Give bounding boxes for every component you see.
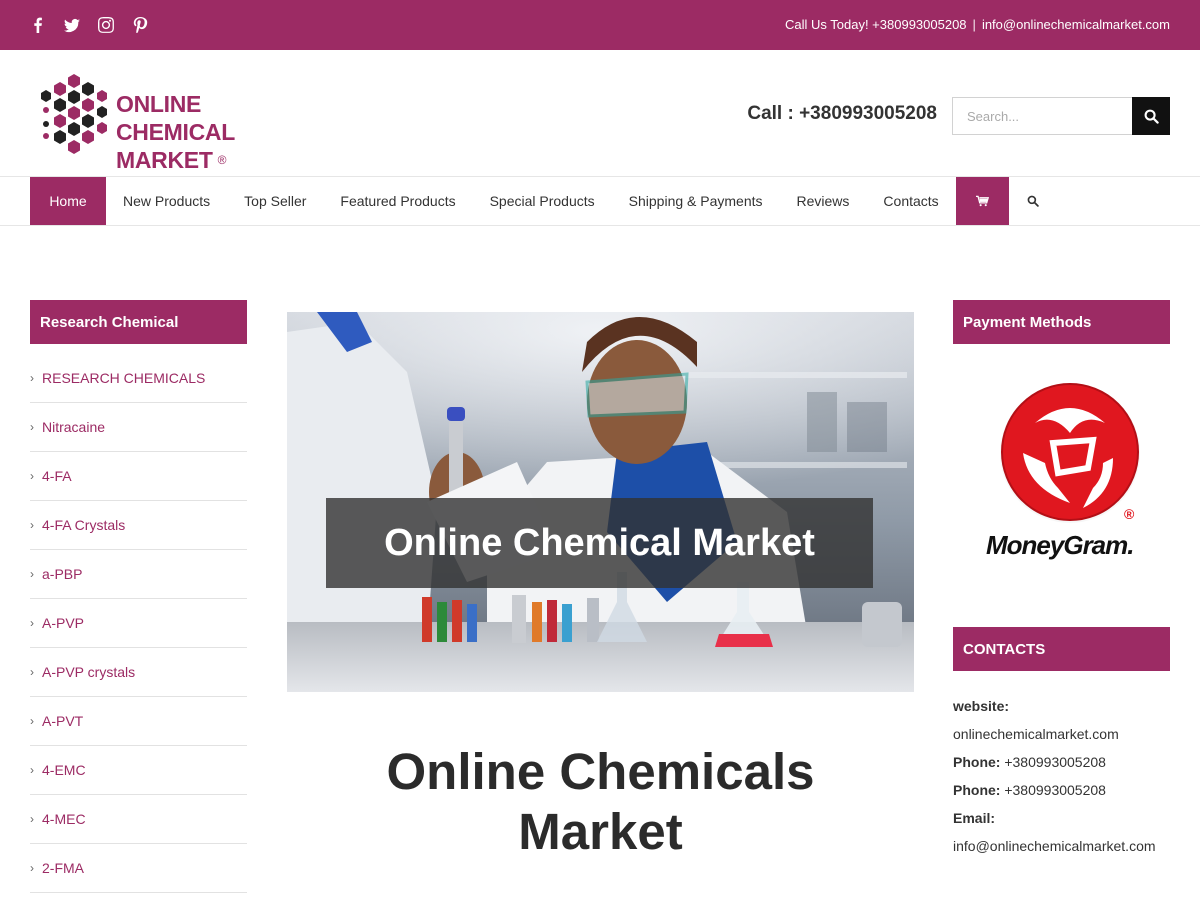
search-icon xyxy=(1144,109,1159,124)
sidebar-item-label: 4-EMC xyxy=(42,762,86,778)
sidebar-item[interactable]: › A-PVP crystals xyxy=(30,648,247,697)
hero-overlay-title: Online Chemical Market xyxy=(326,498,873,588)
site-header: ONLINE CHEMICAL MARKET ® Call : +38099300… xyxy=(0,50,1200,177)
website-value[interactable]: onlinechemicalmarket.com xyxy=(953,720,1193,748)
phone-value-2[interactable]: +380993005208 xyxy=(1004,782,1106,798)
nav-search-button[interactable] xyxy=(1009,177,1057,225)
phone-label-1: Phone: xyxy=(953,754,1001,770)
sidebar-item-label: 4-FA xyxy=(42,468,72,484)
top-contact: Call Us Today! +380993005208 | info@onli… xyxy=(785,17,1170,32)
header-call: Call : +380993005208 xyxy=(747,103,937,124)
sidebar-item[interactable]: › 2-FMA xyxy=(30,844,247,893)
sidebar-item[interactable]: › Nitracaine xyxy=(30,403,247,452)
chevron-right-icon: › xyxy=(30,518,34,532)
sidebar-item[interactable]: › 4-MEC xyxy=(30,795,247,844)
nav-item-shipping-payments[interactable]: Shipping & Payments xyxy=(612,177,780,225)
top-bar: Call Us Today! +380993005208 | info@onli… xyxy=(0,0,1200,50)
chevron-right-icon: › xyxy=(30,812,34,826)
sidebar-item[interactable]: › 4-FA Crystals xyxy=(30,501,247,550)
social-links xyxy=(30,17,148,34)
main-nav: Home New Products Top Seller Featured Pr… xyxy=(30,177,1057,225)
chevron-right-icon: › xyxy=(30,861,34,875)
hero-image: Online Chemical Market xyxy=(287,312,914,692)
contacts-title: CONTACTS xyxy=(953,627,1170,671)
nav-item-contacts[interactable]: Contacts xyxy=(866,177,955,225)
nav-item-special-products[interactable]: Special Products xyxy=(473,177,612,225)
sidebar-item[interactable]: › A-PVT xyxy=(30,697,247,746)
sidebar-item[interactable]: › a-PBP xyxy=(30,550,247,599)
sidebar-item[interactable]: › 4-EMC xyxy=(30,746,247,795)
logo-line-2-text: MARKET xyxy=(116,147,213,173)
phone-label-2: Phone: xyxy=(953,782,1001,798)
email-value[interactable]: info@onlinechemicalmarket.com xyxy=(953,832,1193,860)
sidebar-item-label: a-PBP xyxy=(42,566,83,582)
sidebar-item-label: A-PVP crystals xyxy=(42,664,136,680)
sidebar-item-label: RESEARCH CHEMICALS xyxy=(42,370,206,386)
search-button[interactable] xyxy=(1132,97,1170,135)
twitter-icon[interactable] xyxy=(64,17,80,33)
logo-line-2: MARKET ® xyxy=(116,146,326,174)
sidebar-item[interactable]: › A-PVP xyxy=(30,599,247,648)
sidebar-item[interactable]: › 4-FA xyxy=(30,452,247,501)
page-title: Online Chemicals Market xyxy=(287,742,914,862)
nav-item-home[interactable]: Home xyxy=(30,177,106,225)
nav-item-featured-products[interactable]: Featured Products xyxy=(323,177,472,225)
nav-item-top-seller[interactable]: Top Seller xyxy=(227,177,323,225)
page-title-line-1: Online Chemicals xyxy=(386,743,815,800)
page-title-line-2: Market xyxy=(518,803,683,860)
chevron-right-icon: › xyxy=(30,469,34,483)
cart-icon xyxy=(975,195,989,207)
email-label: Email: xyxy=(953,810,996,826)
top-email-link[interactable]: info@onlinechemicalmarket.com xyxy=(982,17,1170,32)
chevron-right-icon: › xyxy=(30,665,34,679)
chevron-right-icon: › xyxy=(30,763,34,777)
moneygram-wordmark: MoneyGram. xyxy=(986,530,1134,560)
contacts-block: website: onlinechemicalmarket.com Phone:… xyxy=(953,692,1193,860)
chevron-right-icon: › xyxy=(30,567,34,581)
left-sidebar-title: Research Chemical xyxy=(30,300,247,344)
logo-registered: ® xyxy=(217,153,227,167)
chevron-right-icon: › xyxy=(30,714,34,728)
search-icon xyxy=(1027,195,1039,207)
header-search xyxy=(952,97,1170,135)
logo-hexagon-icon xyxy=(41,74,107,154)
nav-item-new-products[interactable]: New Products xyxy=(106,177,227,225)
pinterest-icon[interactable] xyxy=(132,17,148,34)
nav-divider xyxy=(0,225,1200,226)
sidebar-item-label: A-PVT xyxy=(42,713,84,729)
chevron-right-icon: › xyxy=(30,616,34,630)
moneygram-logo: ® MoneyGram. xyxy=(953,368,1170,578)
left-sidebar-list: › RESEARCH CHEMICALS › Nitracaine › 4-FA › 4-FA… xyxy=(30,354,247,893)
cart-button[interactable] xyxy=(955,177,1009,225)
search-input[interactable] xyxy=(952,97,1132,135)
facebook-icon[interactable] xyxy=(30,17,46,33)
sidebar-item-label: A-PVP xyxy=(42,615,85,631)
website-label: website: xyxy=(953,698,1010,714)
sidebar-item[interactable]: › RESEARCH CHEMICALS xyxy=(30,354,247,403)
top-separator: | xyxy=(972,17,976,32)
sidebar-item-label: 4-MEC xyxy=(42,811,86,827)
svg-text:®: ® xyxy=(1124,506,1135,522)
site-logo[interactable]: ONLINE CHEMICAL MARKET ® xyxy=(36,72,326,173)
logo-text: ONLINE CHEMICAL MARKET ® xyxy=(116,90,326,174)
logo-line-1: ONLINE CHEMICAL xyxy=(116,91,235,145)
nav-item-reviews[interactable]: Reviews xyxy=(780,177,867,225)
sidebar-item-label: 2-FMA xyxy=(42,860,84,876)
payment-methods-title: Payment Methods xyxy=(953,300,1170,344)
sidebar-item-label: Nitracaine xyxy=(42,419,106,435)
chevron-right-icon: › xyxy=(30,371,34,385)
sidebar-item-label: 4-FA Crystals xyxy=(42,517,126,533)
phone-value-1[interactable]: +380993005208 xyxy=(1004,754,1106,770)
instagram-icon[interactable] xyxy=(98,17,114,33)
chevron-right-icon: › xyxy=(30,420,34,434)
top-call-text: Call Us Today! +380993005208 xyxy=(785,17,967,32)
